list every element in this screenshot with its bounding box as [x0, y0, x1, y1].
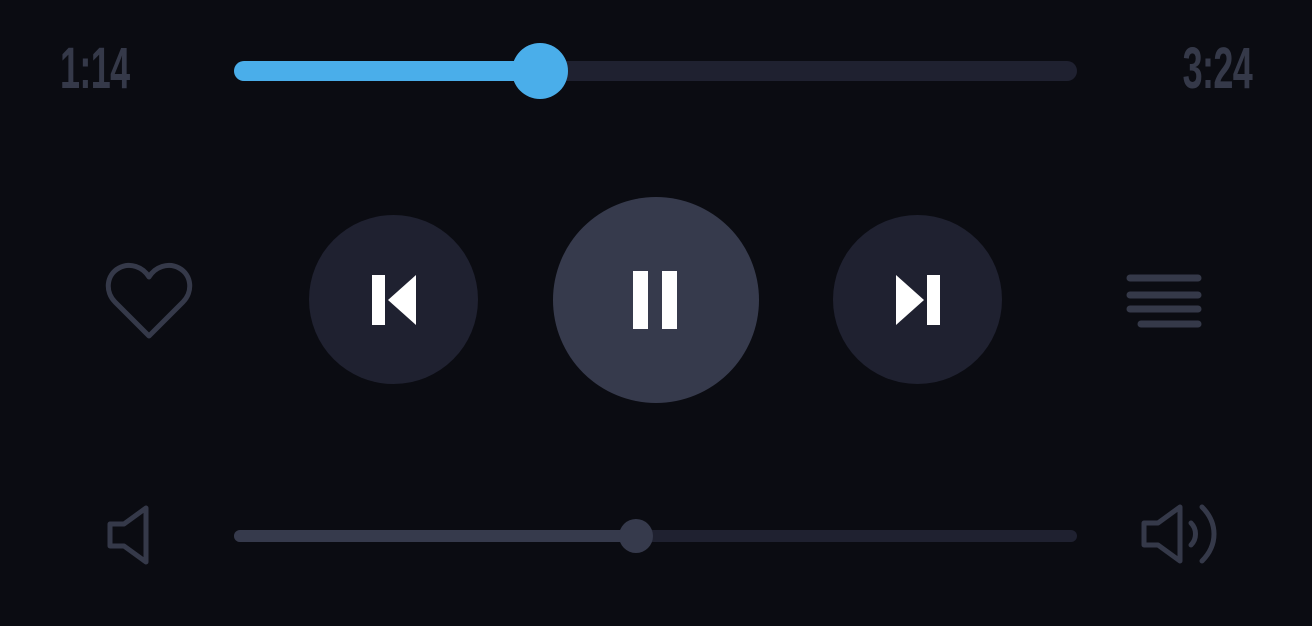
pause-icon — [633, 271, 677, 329]
volume-low-icon — [107, 505, 149, 565]
heart-outline-icon — [105, 262, 193, 339]
queue-list-icon — [1126, 274, 1202, 328]
next-track-button[interactable] — [833, 215, 1002, 384]
elapsed-time: 1:14 — [60, 36, 130, 101]
queue-button[interactable] — [1124, 273, 1204, 331]
volume-level-fill — [234, 530, 636, 542]
seek-thumb[interactable] — [511, 43, 568, 99]
volume-thumb[interactable] — [618, 519, 653, 553]
pause-button[interactable] — [553, 197, 759, 403]
volume-down-button[interactable] — [104, 504, 152, 566]
seek-progress-fill — [234, 61, 540, 81]
previous-track-button[interactable] — [309, 215, 478, 384]
favorite-button[interactable] — [103, 260, 195, 342]
volume-high-icon — [1141, 504, 1217, 564]
volume-up-button[interactable] — [1138, 501, 1228, 567]
volume-slider[interactable] — [234, 519, 1077, 553]
media-player: 1:14 3:24 — [0, 0, 1312, 626]
total-duration: 3:24 — [1182, 36, 1253, 101]
skip-next-icon — [895, 274, 940, 325]
seek-slider[interactable] — [234, 43, 1077, 99]
skip-previous-icon — [371, 274, 416, 325]
